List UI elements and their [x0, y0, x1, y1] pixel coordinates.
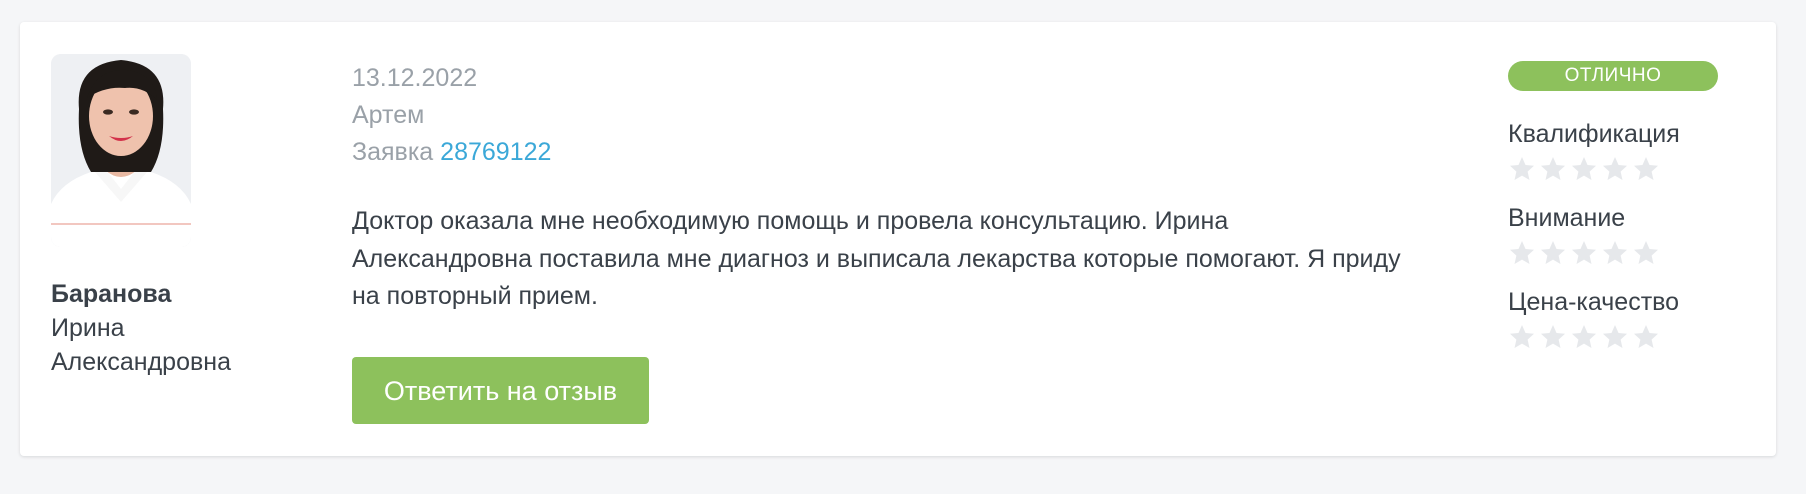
- review-date: 13.12.2022: [352, 64, 478, 92]
- stars-attention: [1508, 239, 1738, 269]
- doctor-first-name: Ирина: [51, 314, 125, 342]
- star-icon: [1632, 239, 1660, 267]
- star-icon: [1632, 323, 1660, 351]
- overall-rating-badge: ОТЛИЧНО: [1508, 61, 1718, 91]
- star-icon: [1508, 155, 1536, 183]
- rating-price-quality: Цена-качество: [1508, 287, 1738, 353]
- star-icon: [1601, 239, 1629, 267]
- application-number-link[interactable]: 28769122: [440, 138, 551, 166]
- stars-price-quality: [1508, 323, 1738, 353]
- star-icon: [1539, 155, 1567, 183]
- ratings-panel: ОТЛИЧНО Квалификация Внимание Цена-качес…: [1508, 61, 1738, 353]
- star-icon: [1508, 323, 1536, 351]
- rating-label-qualification: Квалификация: [1508, 120, 1680, 148]
- application-label: Заявка: [352, 138, 434, 166]
- star-icon: [1601, 323, 1629, 351]
- star-icon: [1601, 155, 1629, 183]
- doctor-info: Баранова Ирина Александровна: [51, 54, 281, 379]
- star-icon: [1539, 323, 1567, 351]
- doctor-photo-illustration: [51, 54, 191, 247]
- star-icon: [1570, 155, 1598, 183]
- rating-qualification: Квалификация: [1508, 119, 1738, 185]
- doctor-patronymic: Александровна: [51, 348, 231, 376]
- rating-label-price-quality: Цена-качество: [1508, 288, 1680, 316]
- star-icon: [1570, 239, 1598, 267]
- star-icon: [1539, 239, 1567, 267]
- star-icon: [1570, 323, 1598, 351]
- review-card: Баранова Ирина Александровна 13.12.2022 …: [20, 22, 1776, 456]
- rating-label-attention: Внимание: [1508, 204, 1626, 232]
- doctor-name: Баранова Ирина Александровна: [51, 277, 281, 379]
- star-icon: [1508, 239, 1536, 267]
- stars-qualification: [1508, 155, 1738, 185]
- review-content: 13.12.2022 Артем Заявка 28769122 Доктор …: [352, 60, 1412, 424]
- review-application: Заявка 28769122: [352, 134, 1412, 171]
- doctor-surname: Баранова: [51, 280, 172, 308]
- star-icon: [1632, 155, 1660, 183]
- doctor-photo: [51, 54, 191, 247]
- reply-to-review-button[interactable]: Ответить на отзыв: [352, 356, 649, 424]
- review-author: Артем: [352, 101, 425, 129]
- review-text: Доктор оказала мне необходимую помощь и …: [352, 207, 1401, 310]
- rating-attention: Внимание: [1508, 203, 1738, 269]
